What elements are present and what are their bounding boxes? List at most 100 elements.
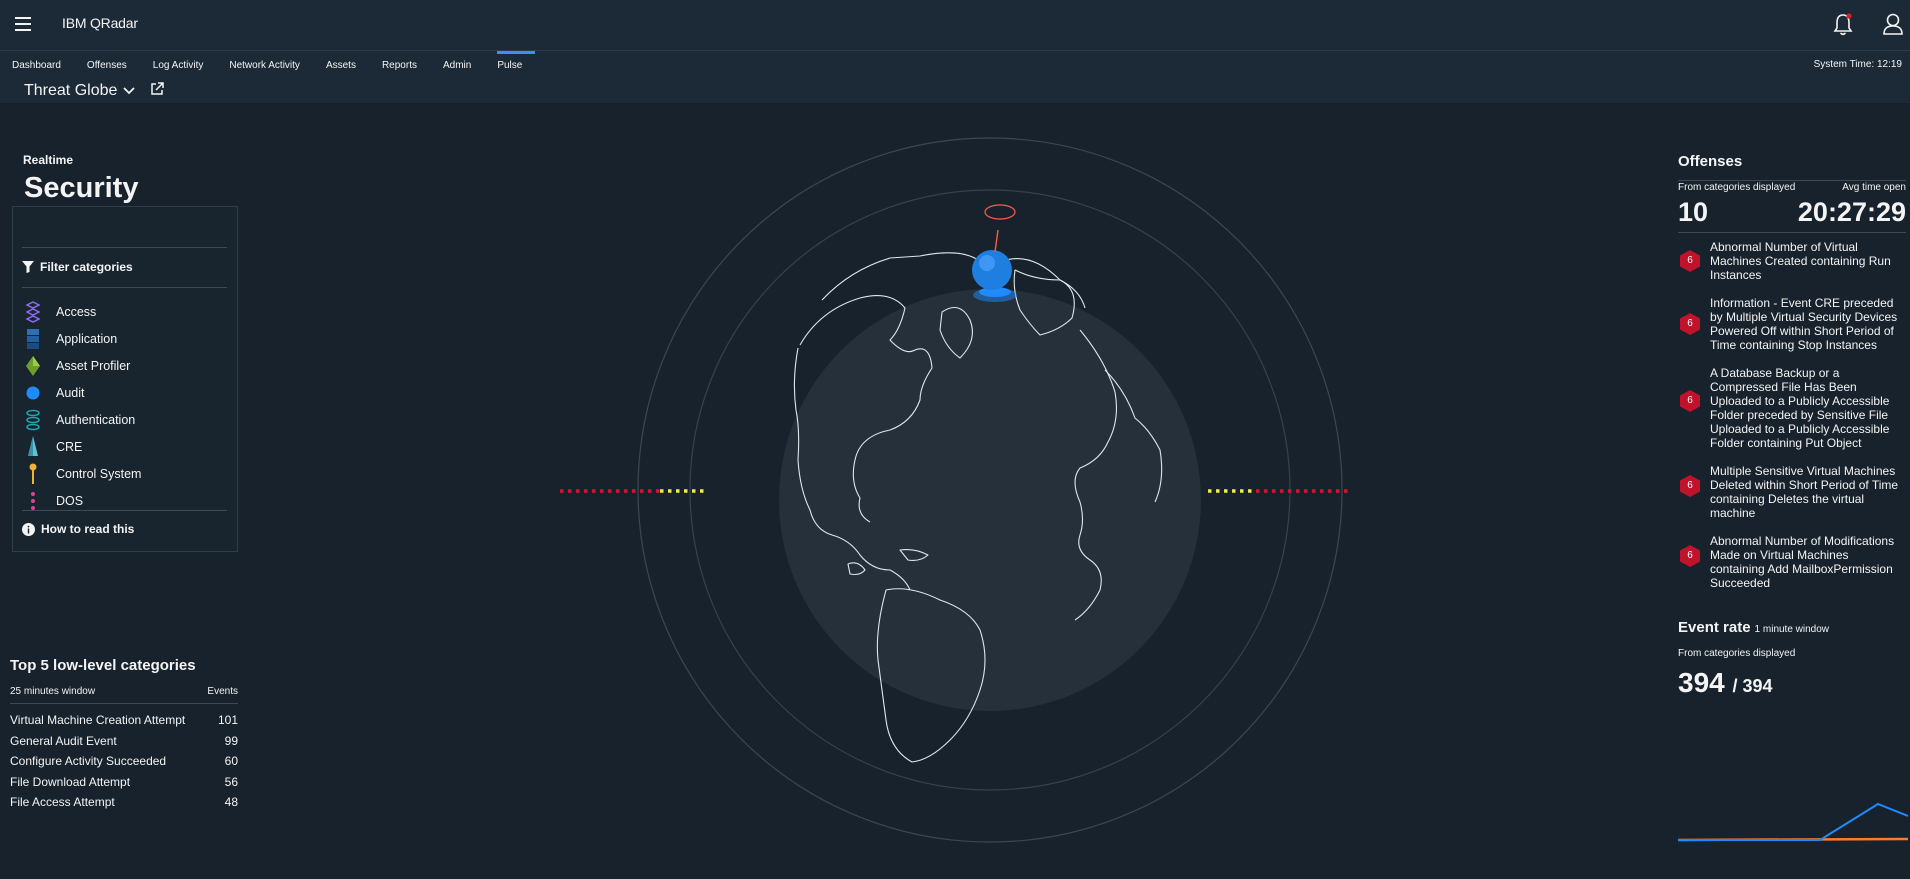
tab-reports[interactable]: Reports — [382, 58, 430, 74]
brand-label: IBM QRadar — [62, 15, 138, 31]
top5-row: General Audit Event 99 — [10, 734, 238, 755]
dashboard-selector[interactable]: Threat Globe — [24, 82, 136, 100]
threat-marker[interactable] — [972, 204, 1017, 302]
category-authentication[interactable]: Authentication — [22, 406, 227, 433]
event-rate-total: / 394 — [1732, 676, 1773, 696]
top5-row-name: File Download Attempt — [10, 774, 131, 789]
top5-row: File Download Attempt 56 — [10, 775, 238, 796]
category-list: Access Application Asset Profiler Audit … — [22, 287, 227, 514]
offense-item[interactable]: 6 Abnormal Number of Virtual Machines Cr… — [1678, 240, 1906, 282]
how-to-read-link[interactable]: How to read this — [22, 510, 227, 536]
open-external-icon[interactable] — [150, 82, 164, 96]
event-rate-sparkline — [1678, 802, 1908, 842]
tab-admin[interactable]: Admin — [443, 58, 484, 74]
severity-badge: 6 — [1678, 312, 1702, 336]
offenses-from-label: From categories displayed — [1678, 182, 1796, 193]
category-label: Authentication — [56, 412, 136, 427]
info-icon — [22, 522, 35, 536]
tab-pulse[interactable]: Pulse — [497, 51, 536, 74]
top5-row: Virtual Machine Creation Attempt 101 — [10, 713, 238, 734]
menu-icon[interactable] — [15, 17, 31, 31]
tab-assets[interactable]: Assets — [326, 58, 369, 74]
category-control-system[interactable]: Control System — [22, 460, 227, 487]
severity-badge: 6 — [1678, 249, 1702, 273]
severity-badge: 6 — [1678, 544, 1702, 568]
filter-panel: Filter categories Access Application Ass… — [12, 206, 238, 552]
earth-sphere — [779, 289, 1201, 711]
access-icon — [22, 300, 44, 323]
top5-row-count: 56 — [224, 774, 238, 789]
top5-row-count: 101 — [217, 713, 238, 727]
category-label: Audit — [56, 385, 85, 400]
top5-window: 25 minutes window — [10, 686, 96, 697]
offense-text: Abnormal Number of Modifications Made on… — [1710, 534, 1895, 590]
event-rate-title: Event rate 1 minute window — [1678, 619, 1829, 636]
offense-item[interactable]: 6 Information - Event CRE preceded by Mu… — [1678, 296, 1906, 352]
offense-text: Abnormal Number of Virtual Machines Crea… — [1710, 240, 1891, 282]
offenses-metrics: 10 20:27:29 — [1678, 197, 1906, 233]
event-rate-value: 394 / 394 — [1678, 667, 1773, 699]
threat-globe[interactable] — [560, 130, 1350, 870]
top5-row-count: 99 — [224, 733, 238, 748]
event-rate-window: 1 minute window — [1754, 624, 1830, 635]
tab-dashboard[interactable]: Dashboard — [12, 58, 74, 74]
category-label: Access — [56, 304, 97, 319]
dos-icon — [22, 490, 44, 512]
page-title: Threat Globe — [24, 82, 118, 99]
event-rate-current: 394 — [1678, 667, 1725, 698]
category-label: DOS — [56, 493, 84, 508]
category-label: CRE — [56, 439, 83, 454]
nav-tabs: Dashboard Offenses Log Activity Network … — [12, 51, 548, 74]
system-time: System Time: 12:19 — [1813, 59, 1902, 70]
offense-item[interactable]: 6 Multiple Sensitive Virtual Machines De… — [1678, 464, 1906, 520]
chevron-down-icon — [123, 87, 136, 95]
filter-categories-button[interactable]: Filter categories — [22, 247, 227, 274]
top5-events-header: Events — [207, 686, 238, 697]
category-label: Control System — [56, 466, 142, 481]
top5-row-name: File Access Attempt — [10, 795, 115, 809]
category-label: Application — [56, 331, 118, 346]
user-icon[interactable] — [1882, 12, 1904, 36]
offense-item[interactable]: 6 Abnormal Number of Modifications Made … — [1678, 534, 1906, 590]
notification-bell-icon[interactable] — [1832, 12, 1854, 36]
control-system-icon — [22, 463, 44, 485]
tab-log-activity[interactable]: Log Activity — [153, 58, 217, 74]
severity-badge: 6 — [1678, 389, 1702, 413]
top5-list: Virtual Machine Creation Attempt 101 Gene… — [10, 713, 238, 816]
category-audit[interactable]: Audit — [22, 379, 227, 406]
filter-categories-label: Filter categories — [40, 260, 133, 274]
event-rate-from: From categories displayed — [1678, 648, 1796, 659]
offenses-title: Offenses — [1678, 153, 1743, 170]
tab-network-activity[interactable]: Network Activity — [229, 58, 313, 74]
filter-icon — [22, 261, 34, 273]
tab-offenses[interactable]: Offenses — [87, 58, 140, 74]
category-asset-profiler[interactable]: Asset Profiler — [22, 352, 227, 379]
offense-text: A Database Backup or a Compressed File H… — [1710, 366, 1890, 450]
offense-count: 10 — [1678, 197, 1709, 227]
avg-time-open: 20:27:29 — [1797, 197, 1906, 227]
authentication-icon — [22, 409, 44, 431]
category-label: Asset Profiler — [56, 358, 131, 373]
category-access[interactable]: Access — [22, 298, 227, 325]
category-cre[interactable]: CRE — [22, 433, 227, 460]
top5-row-name: Configure Activity Succeeded — [10, 754, 167, 768]
top-bar: IBM QRadar — [0, 0, 1910, 51]
asset-profiler-icon — [22, 355, 44, 377]
offense-text: Information - Event CRE preceded by Mult… — [1710, 296, 1898, 352]
application-icon — [22, 328, 44, 350]
offense-item[interactable]: 6 A Database Backup or a Compressed File… — [1678, 366, 1906, 450]
event-rate-series-blue — [1678, 802, 1908, 841]
realtime-label: Realtime — [23, 153, 74, 167]
top5-title: Top 5 low-level categories — [10, 657, 196, 674]
nav-bar: Dashboard Offenses Log Activity Network … — [0, 51, 1910, 103]
top5-row-count: 60 — [224, 754, 238, 768]
offenses-header: From categories displayed Avg time open — [1678, 180, 1906, 193]
offenses-avg-label: Avg time open — [1842, 182, 1906, 193]
category-application[interactable]: Application — [22, 325, 227, 352]
top5-row-name: General Audit Event — [10, 733, 117, 748]
top5-row: Configure Activity Succeeded 60 — [10, 754, 238, 775]
how-to-read-label: How to read this — [41, 522, 135, 536]
top5-row: File Access Attempt 48 — [10, 795, 238, 816]
cre-icon — [22, 435, 44, 458]
offense-text: Multiple Sensitive Virtual Machines Dele… — [1710, 464, 1899, 520]
